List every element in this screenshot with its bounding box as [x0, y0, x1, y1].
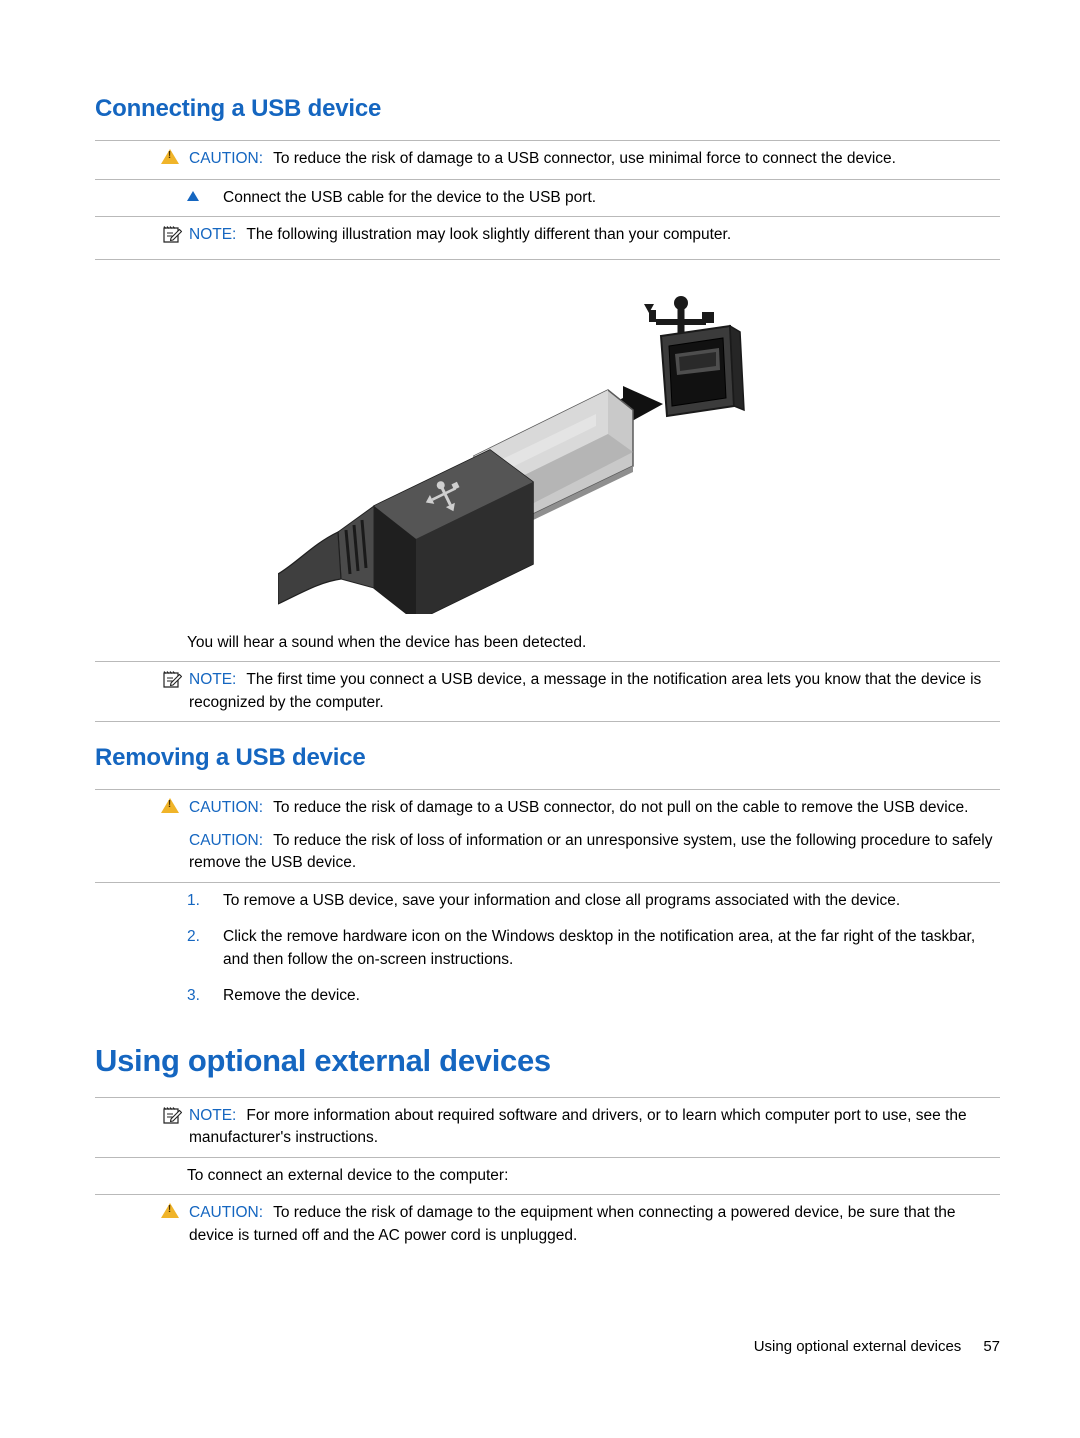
note-label: NOTE:: [189, 1106, 237, 1124]
caution-block-powered-device: CAUTION:To reduce the risk of damage to …: [95, 1195, 1000, 1254]
list-item-text: Click the remove hardware icon on the Wi…: [223, 928, 976, 968]
note-block-first-time: NOTE: The first time you connect a USB de…: [95, 662, 1000, 721]
caution-spacer: [161, 830, 187, 831]
note-pad-icon: [161, 669, 187, 696]
caution-body: CAUTION: To reduce the risk of damage to …: [189, 797, 1000, 819]
note-text-manufacturer: For more information about required soft…: [189, 1106, 967, 1147]
removal-steps-list: 1. To remove a USB device, save your inf…: [95, 883, 1000, 1015]
note-body: NOTE: The first time you connect a USB de…: [189, 669, 1000, 714]
note-pad-icon: [161, 224, 187, 251]
list-item-text: Remove the device.: [223, 987, 360, 1005]
usb-strain-relief: [336, 504, 374, 589]
section-heading-connecting-usb: Connecting a USB device: [95, 95, 382, 122]
caution-label: CAUTION:: [189, 831, 264, 849]
caution-block-connect: CAUTION: To reduce the risk of damage to …: [95, 141, 1000, 179]
caution-body: CAUTION: To reduce the risk of loss of in…: [189, 830, 1000, 875]
note-pad-icon-svg: [163, 226, 183, 243]
note-label: NOTE:: [189, 671, 237, 689]
note-block-illustration: NOTE: The following illustration may look…: [95, 217, 1000, 258]
caution-text-remove-cable: To reduce the risk of damage to a USB co…: [273, 799, 969, 817]
caution-label: CAUTION:: [189, 799, 264, 817]
footer-page-number: 57: [983, 1338, 1000, 1355]
list-item-number: 2.: [187, 928, 200, 946]
list-item-number: 1.: [187, 891, 200, 909]
page-footer: Using optional external devices 57: [95, 1338, 1000, 1355]
divider: [95, 258, 1000, 260]
caution-triangle-icon: [161, 1202, 187, 1226]
caution-text-connect: To reduce the risk of damage to a USB co…: [273, 150, 896, 167]
caution-text-powered-device: To reduce the risk of damage to the equi…: [189, 1204, 956, 1244]
page-title: Using optional external devices: [95, 1042, 551, 1078]
caution-text-remove-procedure: To reduce the risk of loss of informatio…: [189, 831, 993, 872]
caution-block-remove-procedure: CAUTION: To reduce the risk of loss of in…: [95, 828, 1000, 882]
caution-triangle-icon: [161, 148, 187, 172]
usb-plug-body: [372, 448, 534, 622]
connect-external-intro-text: To connect an external device to the com…: [187, 1166, 509, 1184]
caution-block-remove-cable: CAUTION: To reduce the risk of damage to …: [95, 790, 1000, 828]
caution-label: CAUTION:: [189, 1204, 264, 1222]
caution-body: CAUTION: To reduce the risk of damage to …: [189, 148, 1000, 170]
note-pad-icon-svg: [163, 1106, 183, 1124]
note-pad-icon-svg: [163, 671, 183, 688]
sound-detected-text: You will hear a sound when the device ha…: [187, 633, 587, 651]
list-item-number: 3.: [187, 987, 200, 1005]
caution-label: CAUTION:: [189, 150, 264, 167]
note-body: NOTE: For more information about required…: [189, 1105, 1000, 1150]
caution-triangle-icon: [161, 797, 187, 821]
document-page: Connecting a USB device CAUTION:To reduc…: [0, 0, 1080, 1438]
usb-illustration-svg: [276, 295, 745, 622]
note-text-first-time: The first time you connect a USB device,…: [189, 671, 982, 711]
step-connect-cable: Connect the USB cable for the device to …: [95, 180, 1000, 216]
triangle-bullet-icon: [187, 187, 223, 207]
step-connect-cable-text: Connect the USB cable for the device to …: [223, 188, 597, 206]
section-heading-removing-usb: Removing a USB device: [95, 744, 366, 772]
note-block-manufacturer: NOTE: For more information about required…: [95, 1098, 1000, 1157]
caution-body: CAUTION: To reduce the risk of damage to …: [189, 1202, 1000, 1247]
footer-title: Using optional external devices: [753, 1338, 962, 1355]
note-body: NOTE: The following illustration may look…: [189, 224, 1000, 246]
note-label: NOTE:: [189, 226, 237, 244]
top-spacer: [95, 0, 1000, 95]
usb-port: [659, 324, 745, 417]
note-text-illustration: The following illustration may look slig…: [246, 226, 732, 244]
usb-cable: [276, 530, 342, 605]
list-item: 2. Click the remove hardware icon on the…: [95, 919, 1000, 978]
list-item: 1. To remove a USB device, save your inf…: [95, 883, 1000, 919]
usb-cable-and-port-illustration: [95, 274, 1000, 622]
list-item-text: To remove a USB device, save your inform…: [223, 891, 901, 909]
page-content: Connecting a USB device CAUTION:To reduc…: [95, 0, 1000, 1254]
list-item: 3. Remove the device.: [95, 978, 1000, 1014]
note-pad-icon: [161, 1105, 187, 1132]
